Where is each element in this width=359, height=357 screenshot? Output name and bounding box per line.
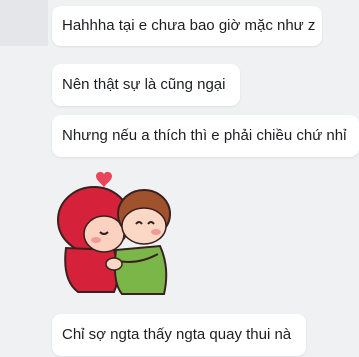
message-bubble[interactable]: Nhưng nếu a thích thì e phải chiều chứ n… <box>52 115 359 157</box>
message-bubble[interactable]: Hahhha tại e chưa bao giờ mặc như z <box>52 6 322 46</box>
message-bubble[interactable]: Nên thật sự là cũng ngại <box>52 64 240 106</box>
hugging-couple-sticker-icon[interactable] <box>52 170 182 300</box>
top-left-panel <box>0 0 48 46</box>
message-text: Chỉ sợ ngta thấy ngta quay thui nà <box>62 326 292 343</box>
message-text: Nên thật sự là cũng ngại <box>62 76 226 93</box>
message-text: Nhưng nếu a thích thì e phải chiều chứ n… <box>62 127 347 144</box>
message-bubble[interactable]: Chỉ sợ ngta thấy ngta quay thui nà <box>52 314 306 356</box>
sticker-drawing <box>57 171 171 295</box>
message-text: Hahhha tại e chưa bao giờ mặc như z <box>62 17 316 34</box>
